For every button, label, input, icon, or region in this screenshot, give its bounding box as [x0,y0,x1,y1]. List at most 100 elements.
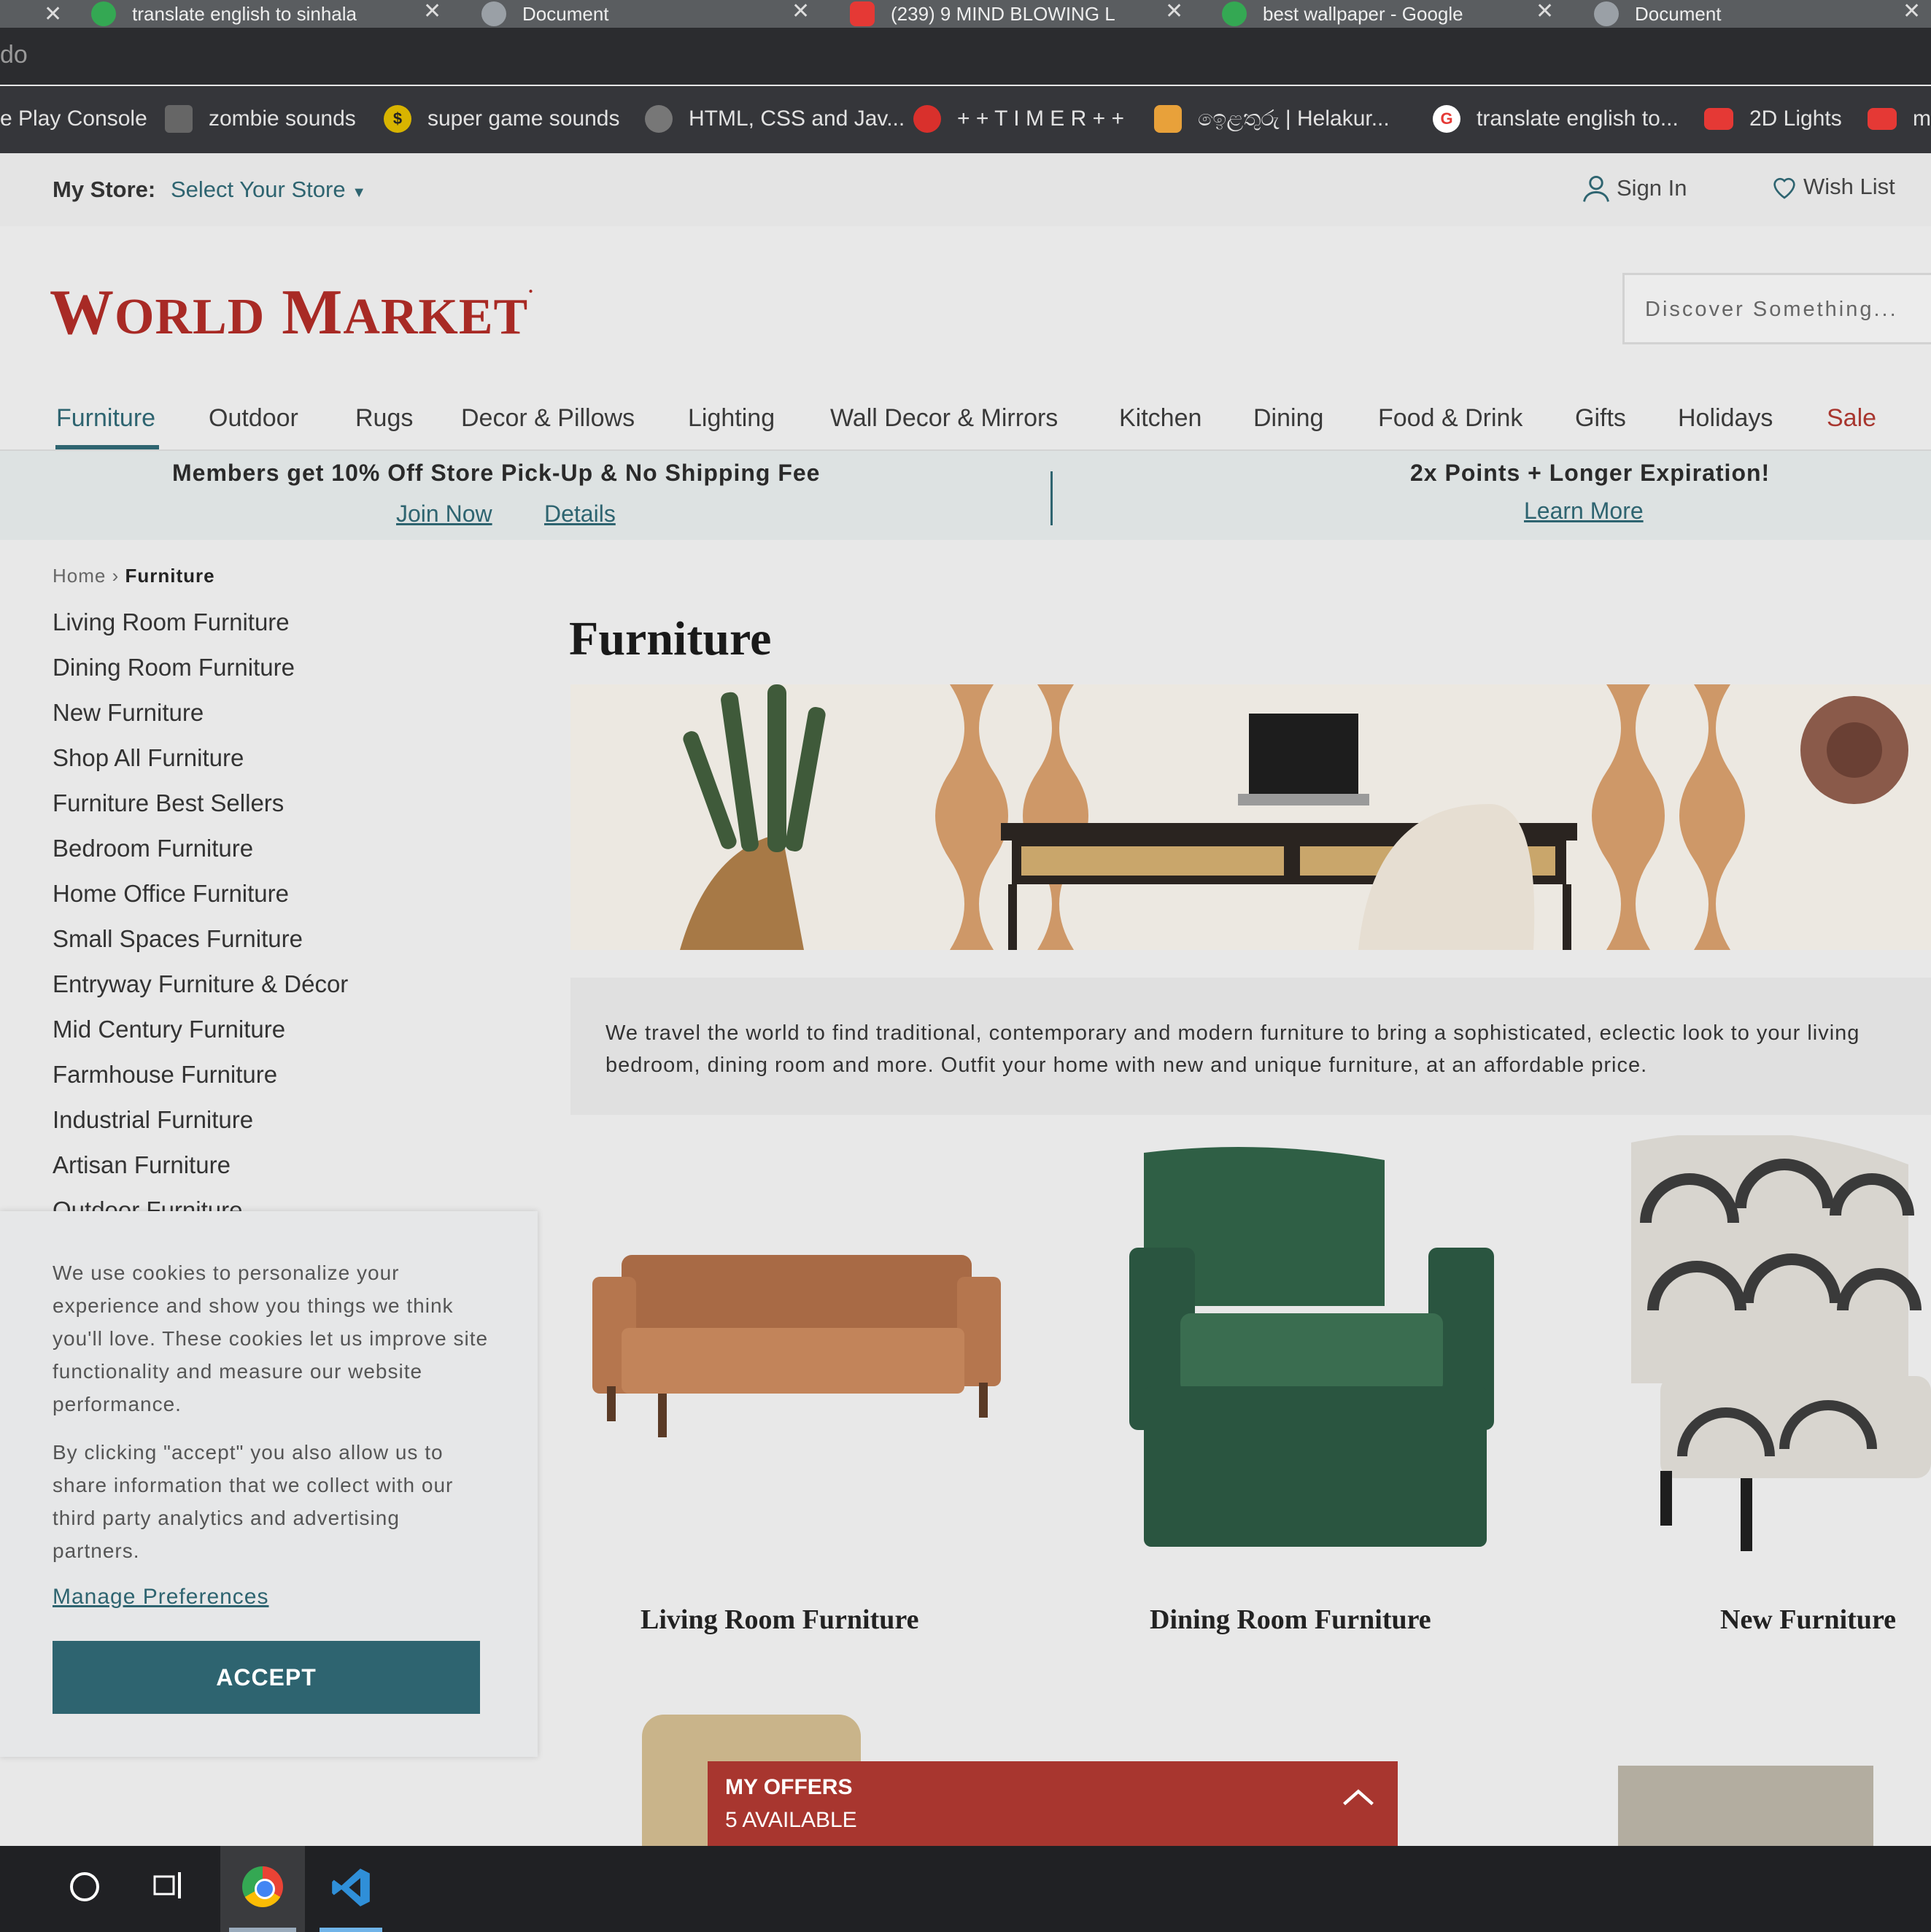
nav-sale[interactable]: Sale [1827,404,1876,433]
nav-food-drink[interactable]: Food & Drink [1378,404,1522,433]
bookmark-item[interactable]: 2D Lights [1704,102,1842,136]
new-furniture-chair-image[interactable] [1631,1132,1931,1555]
store-select[interactable]: Select Your Store ▼ [171,177,366,203]
sidebar-item[interactable]: Farmhouse Furniture [53,1061,277,1089]
promo-members-text: Members get 10% Off Store Pick-Up & No S… [172,460,821,486]
breadcrumb-home[interactable]: Home [53,565,106,587]
heart-icon [1773,177,1795,199]
sidebar-item[interactable]: Living Room Furniture [53,608,290,636]
globe-icon [645,105,673,133]
chrome-icon-center [255,1879,275,1899]
bookmark-item[interactable]: ඉෙළතුරු | Helakur... [1154,102,1390,136]
bookmark-label: + + T I M E R + + [957,107,1124,131]
close-icon[interactable]: ✕ [1903,0,1921,24]
manage-preferences-link[interactable]: Manage Preferences [53,1585,269,1610]
caret-down-icon: ▼ [352,185,366,201]
browser-tab[interactable]: best wallpaper - Google [1222,0,1568,28]
nav-rugs[interactable]: Rugs [355,404,413,433]
promo-divider [1050,471,1053,525]
browser-tab-bar: ✕ translate english to sinhala Document … [0,0,1931,28]
page-title: Furniture [569,612,772,665]
wish-list-label: Wish List [1803,174,1895,199]
nav-kitchen[interactable]: Kitchen [1119,404,1201,433]
living-room-sofa-image[interactable] [592,1240,1005,1445]
category-title[interactable]: Living Room Furniture [641,1604,918,1636]
bookmark-label: super game sounds [427,107,620,131]
bookmark-item[interactable]: HTML, CSS and Jav... [645,102,905,136]
breadcrumb-separator: › [112,565,120,587]
close-icon[interactable]: ✕ [792,0,810,24]
sidebar-item[interactable]: Bedroom Furniture [53,835,253,862]
sofa-illustration [592,1255,1001,1437]
address-text[interactable]: do [0,41,28,69]
google-icon [1222,1,1247,26]
bookmark-label: e Play Console [0,107,147,131]
nav-holidays[interactable]: Holidays [1678,404,1773,433]
sidebar-item[interactable]: Small Spaces Furniture [53,925,303,953]
bookmark-item[interactable]: zombie sounds [165,102,356,136]
logo-letters: ORLD [115,289,266,345]
join-now-link[interactable]: Join Now [396,501,492,528]
nav-furniture[interactable]: Furniture [56,404,155,433]
sidebar-item[interactable]: Home Office Furniture [53,880,289,908]
vscode-taskbar-button[interactable] [314,1846,388,1932]
close-icon[interactable]: ✕ [1165,0,1183,24]
store-select-label: Select Your Store [171,177,346,202]
sidebar-item[interactable]: New Furniture [53,699,204,727]
nav-decor-pillows[interactable]: Decor & Pillows [461,404,635,433]
browser-tab[interactable]: (239) 9 MIND BLOWING L [850,0,1200,28]
nav-lighting[interactable]: Lighting [688,404,775,433]
sidebar-item[interactable]: Furniture Best Sellers [53,789,284,817]
bookmark-item[interactable]: Gtranslate english to... [1433,102,1679,136]
nav-gifts[interactable]: Gifts [1575,404,1626,433]
learn-more-link[interactable]: Learn More [1524,498,1644,525]
tab-title: Document [522,2,609,25]
browser-tab[interactable]: Document [481,0,824,28]
bookmark-item[interactable]: + + T I M E R + + [913,102,1124,136]
patterned-chair-illustration [1631,1132,1931,1551]
sidebar-item[interactable]: Mid Century Furniture [53,1016,285,1043]
nav-outdoor[interactable]: Outdoor [209,404,298,433]
bookmark-item[interactable]: $ super game sounds [384,102,620,136]
bookmark-item[interactable]: e Play Console [0,102,147,136]
trademark-mark: . [528,276,534,297]
category-title[interactable]: New Furniture [1720,1604,1896,1636]
windows-taskbar [0,1846,1931,1932]
nav-dining[interactable]: Dining [1253,404,1323,433]
sign-in-label: Sign In [1617,175,1687,201]
bookmark-item[interactable]: m [1868,102,1931,136]
details-link[interactable]: Details [544,501,616,528]
sidebar-item[interactable]: Entryway Furniture & Décor [53,970,348,998]
promo-points-text: 2x Points + Longer Expiration! [1410,460,1771,486]
accept-button[interactable]: ACCEPT [53,1641,480,1714]
browser-tab[interactable]: Document [1594,0,1930,28]
wish-list-link[interactable]: Wish List [1770,172,1895,201]
breadcrumb: Home › Furniture [53,565,215,587]
close-icon[interactable]: ✕ [44,1,62,27]
my-offers-panel[interactable] [708,1761,1398,1847]
vscode-icon [332,1869,370,1906]
sidebar-item[interactable]: Dining Room Furniture [53,654,295,681]
dining-chair-image[interactable] [1129,1138,1494,1554]
task-view-icon[interactable] [153,1871,185,1900]
close-icon[interactable]: ✕ [1536,0,1554,24]
sidebar-item[interactable]: Artisan Furniture [53,1151,231,1179]
sign-in-link[interactable]: Sign In [1580,172,1687,204]
user-icon [1583,175,1609,202]
nav-wall-decor-mirrors[interactable]: Wall Decor & Mirrors [830,404,1058,433]
world-market-logo[interactable]: WORLD MARKET. [50,276,534,349]
browser-tab[interactable]: ✕ translate english to sinhala [15,0,438,28]
globe-icon [1594,1,1619,26]
category-title[interactable]: Dining Room Furniture [1150,1604,1431,1636]
chrome-taskbar-button[interactable] [220,1846,305,1932]
category-description: We travel the world to find traditional,… [605,1021,1860,1077]
sidebar-item[interactable]: Shop All Furniture [53,744,244,772]
address-bar[interactable] [0,28,1931,85]
chevron-up-icon[interactable] [1339,1779,1377,1817]
active-indicator [229,1928,296,1932]
cookie-text: By clicking "accept" you also allow us t… [53,1441,454,1562]
cortana-icon[interactable] [70,1872,99,1901]
close-icon[interactable]: ✕ [423,0,441,24]
cabinet-image[interactable] [1618,1766,1873,1846]
sidebar-item[interactable]: Industrial Furniture [53,1106,253,1134]
